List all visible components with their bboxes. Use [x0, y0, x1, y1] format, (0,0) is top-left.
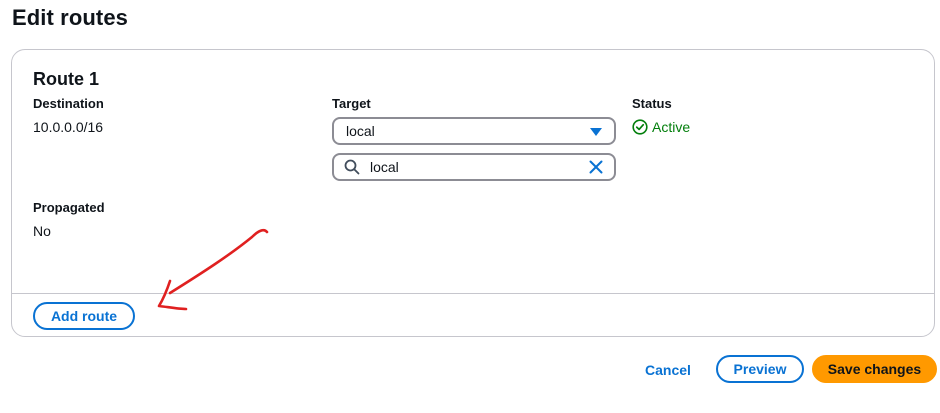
- destination-label: Destination: [33, 96, 104, 111]
- cancel-button[interactable]: Cancel: [630, 356, 706, 384]
- search-icon: [344, 159, 360, 175]
- edit-routes-page: Edit routes Route 1 Destination 10.0.0.0…: [0, 0, 940, 413]
- propagated-value: No: [33, 223, 51, 239]
- status-label: Status: [632, 96, 672, 111]
- check-circle-icon: [632, 119, 648, 135]
- add-route-button[interactable]: Add route: [33, 302, 135, 330]
- save-changes-button[interactable]: Save changes: [812, 355, 937, 383]
- card-divider: [12, 293, 934, 294]
- clear-icon[interactable]: [588, 159, 604, 175]
- target-select-value: local: [346, 123, 375, 139]
- target-label: Target: [332, 96, 371, 111]
- caret-down-icon: [590, 128, 602, 136]
- route-title: Route 1: [33, 69, 100, 89]
- page-title: Edit routes: [12, 5, 128, 30]
- propagated-label: Propagated: [33, 200, 105, 215]
- status-indicator: Active: [632, 119, 690, 135]
- status-value: Active: [652, 119, 691, 135]
- destination-value: 10.0.0.0/16: [33, 119, 104, 135]
- target-filter-text: local: [370, 159, 399, 175]
- route-card: Route 1 Destination 10.0.0.0/16 Target l…: [11, 49, 935, 337]
- preview-button[interactable]: Preview: [716, 355, 804, 383]
- target-select[interactable]: local: [332, 117, 616, 145]
- target-filter-input[interactable]: local: [332, 153, 616, 181]
